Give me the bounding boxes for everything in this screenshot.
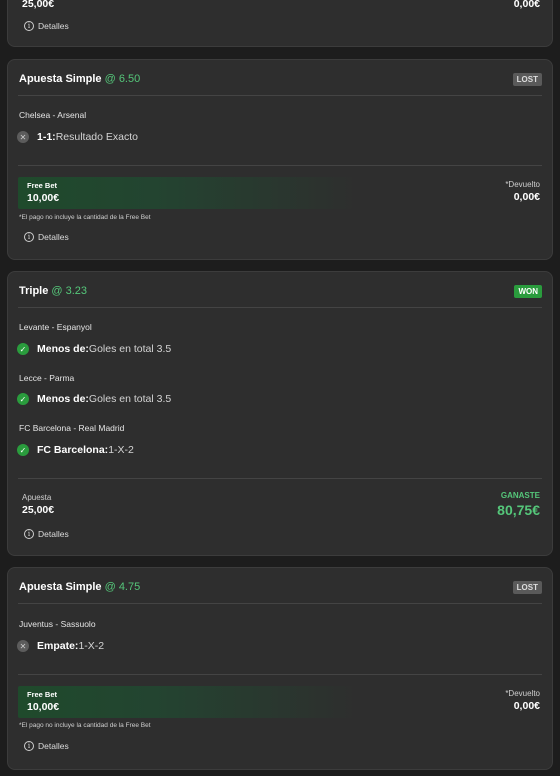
selection: ✓ Menos de: Goles en total 3.5	[17, 343, 171, 355]
match-name: Chelsea - Arsenal	[19, 110, 87, 120]
bet-header: Apuesta Simple @ 4.75	[19, 581, 140, 593]
info-icon: i	[24, 529, 34, 539]
selection-market: 1-X-2	[78, 640, 105, 652]
returned-label: *Devuelto	[505, 180, 540, 189]
divider	[18, 674, 542, 675]
info-icon: i	[24, 741, 34, 751]
free-bet-box: Free Bet 10,00€	[18, 177, 358, 209]
selection-label: Empate:	[37, 640, 79, 652]
match-name: Juventus - Sassuolo	[19, 619, 96, 629]
bet-header: Triple @ 3.23	[19, 285, 87, 297]
won-label: GANASTE	[500, 491, 540, 500]
returned-label: *Devuelto	[505, 689, 540, 698]
details-link[interactable]: i Detalles	[24, 529, 69, 539]
selection-label: FC Barcelona:	[37, 444, 109, 456]
details-link[interactable]: i Detalles	[24, 741, 69, 751]
won-value: 80,75€	[497, 502, 540, 518]
bet-odds: @ 4.75	[104, 581, 141, 593]
free-bet-note: *El pago no incluye la cantidad de la Fr…	[19, 214, 151, 221]
x-icon: ✕	[17, 640, 29, 652]
selection-label: Menos de:	[37, 343, 89, 355]
details-label: Detalles	[38, 21, 69, 31]
bet-type: Apuesta Simple	[19, 73, 102, 85]
check-icon: ✓	[17, 343, 29, 355]
bet-card: Triple @ 3.23 WON Levante - Espanyol ✓ M…	[7, 271, 553, 556]
bet-type: Apuesta Simple	[19, 581, 102, 593]
x-icon: ✕	[17, 131, 29, 143]
free-bet-note: *El pago no incluye la cantidad de la Fr…	[19, 722, 151, 729]
details-label: Detalles	[38, 529, 69, 539]
details-link[interactable]: i Detalles	[24, 232, 69, 242]
check-icon: ✓	[17, 444, 29, 456]
free-bet-label: Free Bet	[27, 690, 58, 699]
status-badge: LOST	[512, 581, 542, 594]
divider	[18, 307, 542, 308]
selection: ✓ Menos de: Goles en total 3.5	[17, 393, 171, 405]
selection-market: Goles en total 3.5	[88, 343, 172, 355]
free-bet-box: Free Bet 10,00€	[18, 686, 358, 718]
bet-type: Triple	[19, 285, 49, 297]
details-label: Detalles	[38, 232, 69, 242]
selection-label: Menos de:	[37, 393, 89, 405]
return-value: 0,00€	[513, 0, 540, 10]
match-name: FC Barcelona - Real Madrid	[19, 423, 125, 433]
free-bet-value: 10,00€	[27, 192, 60, 204]
check-icon: ✓	[17, 393, 29, 405]
divider	[18, 95, 542, 96]
selection-market: Resultado Exacto	[55, 131, 138, 143]
returned-value: 0,00€	[513, 191, 540, 203]
selection-market: 1-X-2	[108, 444, 134, 456]
selection: ✕ Empate: 1-X-2	[17, 640, 104, 652]
free-bet-value: 10,00€	[27, 701, 60, 713]
bet-card: Apuesta Simple @ 6.50 LOST Chelsea - Ars…	[7, 59, 553, 260]
bet-odds: @ 6.50	[104, 73, 141, 85]
bet-card: Apuesta Simple @ 4.75 LOST Juventus - Sa…	[7, 567, 553, 770]
details-link[interactable]: i Detalles	[24, 21, 69, 31]
status-badge: WON	[514, 285, 542, 298]
free-bet-label: Free Bet	[27, 181, 58, 190]
bet-card-partial: 25,00€ 0,00€ i Detalles	[7, 0, 553, 47]
selection-market: Goles en total 3.5	[88, 393, 172, 405]
match-name: Levante - Espanyol	[19, 322, 92, 332]
bet-odds: @ 3.23	[51, 285, 88, 297]
returned-value: 0,00€	[513, 700, 540, 712]
info-icon: i	[24, 232, 34, 242]
selection: ✓ FC Barcelona: 1-X-2	[17, 444, 134, 456]
divider	[18, 165, 542, 166]
stake-value: 25,00€	[22, 0, 55, 10]
match-name: Lecce - Parma	[19, 373, 75, 383]
divider	[18, 603, 542, 604]
selection: ✕ 1-1: Resultado Exacto	[17, 131, 138, 143]
status-badge: LOST	[512, 73, 542, 86]
details-label: Detalles	[38, 741, 69, 751]
stake-label: Apuesta	[22, 493, 52, 502]
divider	[18, 478, 542, 479]
info-icon: i	[24, 21, 34, 31]
selection-label: 1-1:	[37, 131, 56, 143]
stake-value: 25,00€	[22, 504, 55, 516]
bet-header: Apuesta Simple @ 6.50	[19, 73, 140, 85]
